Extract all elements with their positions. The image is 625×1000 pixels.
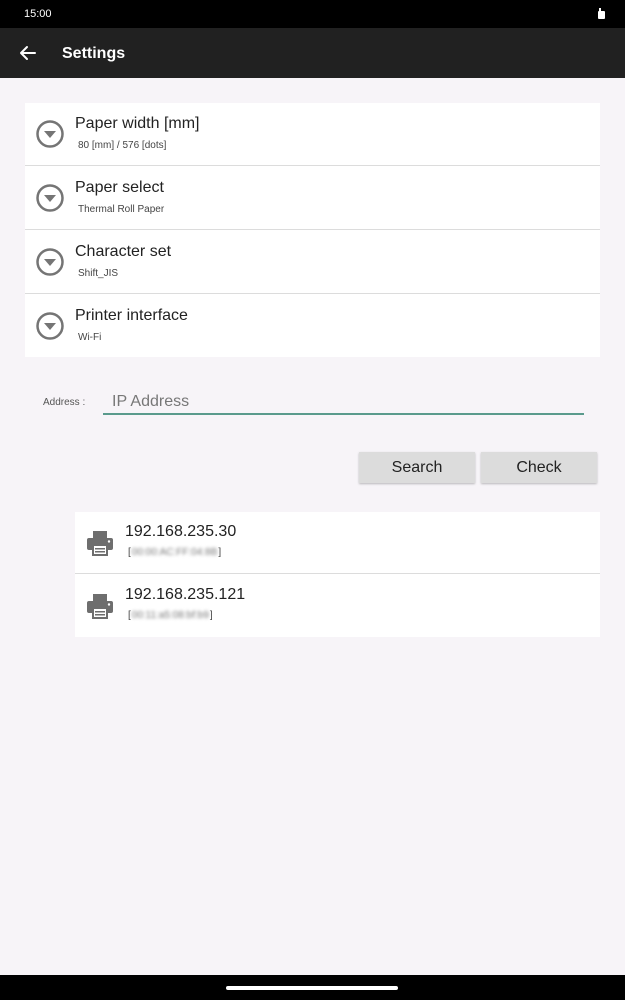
setting-printer-interface[interactable]: Printer interface Wi-Fi <box>25 295 600 358</box>
setting-paper-select[interactable]: Paper select Thermal Roll Paper <box>25 167 600 230</box>
divider <box>25 165 600 166</box>
divider <box>75 573 600 574</box>
setting-value: Wi-Fi <box>78 332 102 343</box>
setting-value: Thermal Roll Paper <box>78 204 165 215</box>
status-time: 15:00 <box>24 8 52 20</box>
printer-mac: [00:11:a5:08:bf:b9] <box>128 610 213 621</box>
notification-icon <box>598 8 605 19</box>
printer-list-item[interactable]: 192.168.235.30 [00:00:AC:FF:04:8B] <box>75 512 600 574</box>
dropdown-circle-icon <box>36 184 64 212</box>
mac-address: 00:00:AC:FF:04:8B <box>131 547 218 558</box>
page-title: Settings <box>62 45 126 62</box>
setting-paper-width[interactable]: Paper width [mm] 80 [mm] / 576 [dots] <box>25 103 600 166</box>
check-button[interactable]: Check <box>481 452 597 483</box>
ip-address-input[interactable] <box>103 391 584 415</box>
setting-character-set[interactable]: Character set Shift_JIS <box>25 231 600 294</box>
arrow-back-icon[interactable] <box>16 42 40 64</box>
printer-list-item[interactable]: 192.168.235.121 [00:11:a5:08:bf:b9] <box>75 575 600 637</box>
printer-mac: [00:00:AC:FF:04:8B] <box>128 547 222 558</box>
printer-icon <box>87 531 113 556</box>
setting-value: Shift_JIS <box>78 268 119 279</box>
printer-ip: 192.168.235.30 <box>125 523 237 540</box>
divider <box>25 293 600 294</box>
search-button[interactable]: Search <box>359 452 475 483</box>
setting-title: Paper select <box>75 179 164 196</box>
setting-value: 80 [mm] / 576 [dots] <box>78 140 167 151</box>
address-label: Address : <box>43 397 86 408</box>
setting-title: Printer interface <box>75 307 188 324</box>
home-gesture-handle[interactable] <box>226 986 398 990</box>
settings-card: Paper width [mm] 80 [mm] / 576 [dots] Pa… <box>25 103 600 357</box>
printer-list: 192.168.235.30 [00:00:AC:FF:04:8B] 192.1… <box>75 512 600 637</box>
setting-title: Paper width [mm] <box>75 115 200 132</box>
printer-icon <box>87 594 113 619</box>
mac-address: 00:11:a5:08:bf:b9 <box>131 610 209 621</box>
status-bar: 15:00 <box>0 0 625 28</box>
dropdown-circle-icon <box>36 312 64 340</box>
app-bar: Settings <box>0 28 625 78</box>
dropdown-circle-icon <box>36 120 64 148</box>
navigation-bar <box>0 975 625 1000</box>
dropdown-circle-icon <box>36 248 64 276</box>
divider <box>25 229 600 230</box>
setting-title: Character set <box>75 243 172 260</box>
printer-ip: 192.168.235.121 <box>125 586 246 603</box>
